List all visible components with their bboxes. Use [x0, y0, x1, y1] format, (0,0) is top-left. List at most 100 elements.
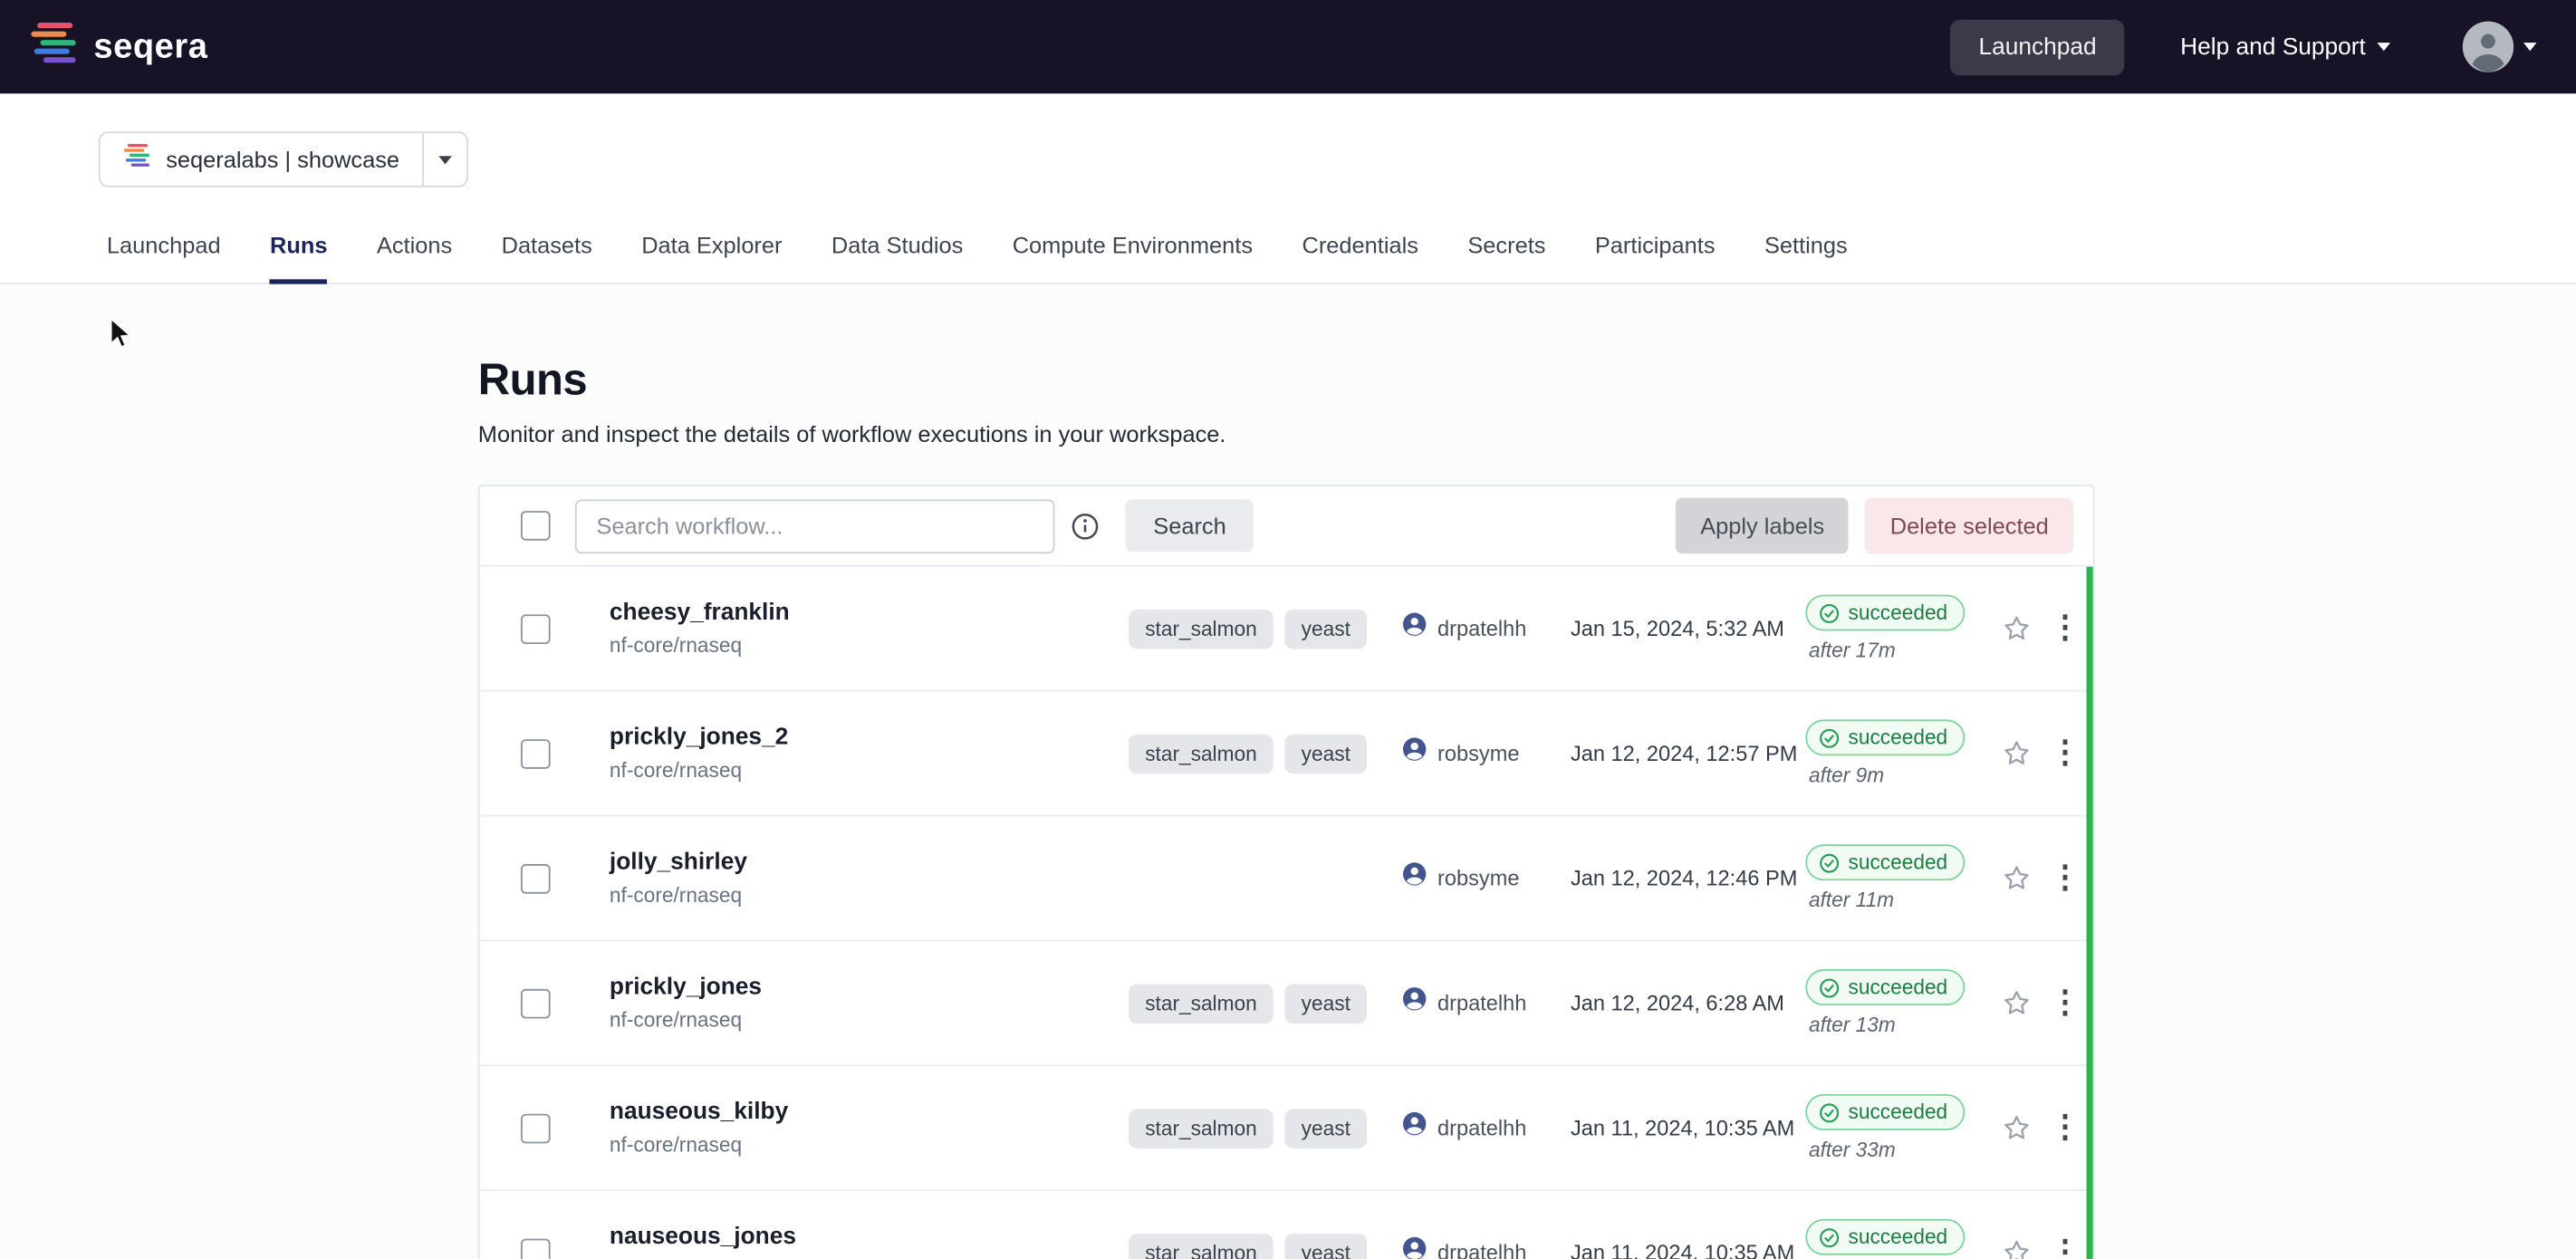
run-user: drpatelhh — [1437, 991, 1526, 1015]
kebab-menu[interactable]: ⋮ — [2041, 862, 2090, 893]
star-outline-icon — [2000, 987, 2031, 1018]
star-outline-icon — [2000, 1112, 2031, 1143]
launchpad-button[interactable]: Launchpad — [1951, 19, 2125, 75]
delete-selected-button[interactable]: Delete selected — [1866, 498, 2073, 554]
table-row: nauseous_jones nf-core/rnaseq star_salmo… — [480, 1191, 2093, 1259]
run-user: drpatelhh — [1437, 616, 1526, 640]
tab-actions[interactable]: Actions — [377, 232, 452, 284]
tab-secrets[interactable]: Secrets — [1467, 232, 1545, 284]
run-pipeline: nf-core/rnaseq — [610, 1134, 1129, 1157]
run-duration: after 33m — [1805, 1139, 1895, 1161]
star-outline-icon — [2000, 862, 2031, 893]
run-duration: after 11m — [1805, 889, 1894, 911]
user-circle-icon — [1401, 860, 1427, 895]
label-pill: star_salmon — [1129, 734, 1274, 774]
row-checkbox[interactable] — [521, 1113, 551, 1143]
run-duration: after 17m — [1805, 639, 1895, 662]
search-button[interactable]: Search — [1125, 499, 1254, 552]
kebab-menu[interactable]: ⋮ — [2041, 987, 2090, 1018]
run-duration: after 13m — [1805, 1014, 1895, 1036]
label-pill: yeast — [1285, 1233, 1367, 1259]
check-circle-icon — [1819, 727, 1841, 749]
row-checkbox[interactable] — [521, 1238, 551, 1259]
row-checkbox[interactable] — [521, 988, 551, 1018]
run-date: Jan 12, 2024, 12:57 PM — [1564, 741, 1806, 765]
tab-data-explorer[interactable]: Data Explorer — [641, 232, 782, 284]
row-checkbox[interactable] — [521, 738, 551, 768]
check-circle-icon — [1819, 1226, 1841, 1248]
kebab-menu[interactable]: ⋮ — [2041, 613, 2090, 644]
star-button[interactable] — [1991, 1112, 2040, 1143]
kebab-menu[interactable]: ⋮ — [2041, 1237, 2090, 1259]
label-pill: yeast — [1285, 1108, 1367, 1148]
check-circle-icon — [1819, 1101, 1841, 1123]
status-label: succeeded — [1849, 1225, 1948, 1248]
kebab-menu[interactable]: ⋮ — [2041, 1112, 2090, 1143]
runs-toolbar: Search Apply labels Delete selected — [480, 486, 2093, 567]
label-pill: yeast — [1285, 609, 1367, 649]
status-label: succeeded — [1849, 726, 1948, 749]
tab-participants[interactable]: Participants — [1595, 232, 1716, 284]
workspace-header: seqeralabs | showcase Launchpad Runs Actio… — [0, 93, 2576, 284]
workspace-logo-icon — [123, 141, 151, 178]
table-row: cheesy_franklin nf-core/rnaseq star_salm… — [480, 567, 2093, 692]
runs-table-card: Search Apply labels Delete selected chee… — [478, 485, 2095, 1259]
star-button[interactable] — [1991, 1237, 2040, 1259]
run-user: robsyme — [1437, 741, 1519, 765]
check-circle-icon — [1819, 602, 1841, 624]
workspace-dropdown-button[interactable] — [422, 133, 466, 186]
row-checkbox[interactable] — [521, 863, 551, 893]
info-icon[interactable] — [1072, 512, 1100, 540]
avatar — [2463, 22, 2514, 72]
star-button[interactable] — [1991, 737, 2040, 768]
page-subtitle: Monitor and inspect the details of workf… — [478, 420, 2095, 447]
run-name[interactable]: prickly_jones — [610, 975, 1129, 1001]
tab-data-studios[interactable]: Data Studios — [831, 232, 963, 284]
row-checkbox[interactable] — [521, 613, 551, 643]
table-row: jolly_shirley nf-core/rnaseq robsyme Jan… — [480, 816, 2093, 941]
workspace-selector-current[interactable]: seqeralabs | showcase — [101, 133, 423, 186]
star-button[interactable] — [1991, 862, 2040, 893]
status-label: succeeded — [1849, 1100, 1948, 1123]
run-labels: star_salmonyeast — [1129, 984, 1401, 1024]
kebab-menu[interactable]: ⋮ — [2041, 737, 2090, 768]
run-pipeline: nf-core/rnaseq — [610, 884, 1129, 907]
run-user: drpatelhh — [1437, 1240, 1526, 1259]
run-user: drpatelhh — [1437, 1116, 1526, 1140]
label-pill: star_salmon — [1129, 1108, 1274, 1148]
brand[interactable]: seqera — [30, 18, 208, 75]
run-name[interactable]: jolly_shirley — [610, 850, 1129, 876]
tab-compute-environments[interactable]: Compute Environments — [1013, 232, 1253, 284]
page-title: Runs — [478, 355, 2095, 406]
run-pipeline: nf-core/rnaseq — [610, 759, 1129, 782]
status-badge: succeeded — [1805, 1094, 1966, 1130]
star-button[interactable] — [1991, 987, 2040, 1018]
tab-credentials[interactable]: Credentials — [1302, 232, 1418, 284]
scroll-accent-bar[interactable] — [2087, 567, 2093, 1259]
run-pipeline: nf-core/rnaseq — [610, 634, 1129, 657]
seqera-logo-icon — [30, 18, 79, 75]
tab-settings[interactable]: Settings — [1764, 232, 1848, 284]
run-date: Jan 15, 2024, 5:32 AM — [1564, 616, 1806, 640]
run-name[interactable]: nauseous_kilby — [610, 1099, 1129, 1125]
run-name[interactable]: cheesy_franklin — [610, 600, 1129, 626]
status-badge: succeeded — [1805, 719, 1966, 755]
user-menu[interactable] — [2463, 22, 2537, 72]
help-and-support-menu[interactable]: Help and Support — [2180, 34, 2390, 60]
tab-datasets[interactable]: Datasets — [502, 232, 592, 284]
star-button[interactable] — [1991, 613, 2040, 644]
label-pill: yeast — [1285, 984, 1367, 1024]
search-input[interactable] — [575, 498, 1055, 553]
label-pill: star_salmon — [1129, 609, 1274, 649]
status-label: succeeded — [1849, 851, 1948, 874]
select-all-checkbox[interactable] — [521, 511, 551, 541]
workspace-selector: seqeralabs | showcase — [99, 131, 468, 187]
run-name[interactable]: prickly_jones_2 — [610, 725, 1129, 751]
apply-labels-button[interactable]: Apply labels — [1676, 498, 1849, 554]
run-name[interactable]: nauseous_jones — [610, 1224, 1129, 1250]
main-content: Runs Monitor and inspect the details of … — [0, 284, 2576, 1259]
tab-launchpad[interactable]: Launchpad — [107, 232, 221, 284]
tab-runs[interactable]: Runs — [270, 232, 327, 284]
status-badge: succeeded — [1805, 1219, 1966, 1255]
run-date: Jan 12, 2024, 12:46 PM — [1564, 866, 1806, 890]
